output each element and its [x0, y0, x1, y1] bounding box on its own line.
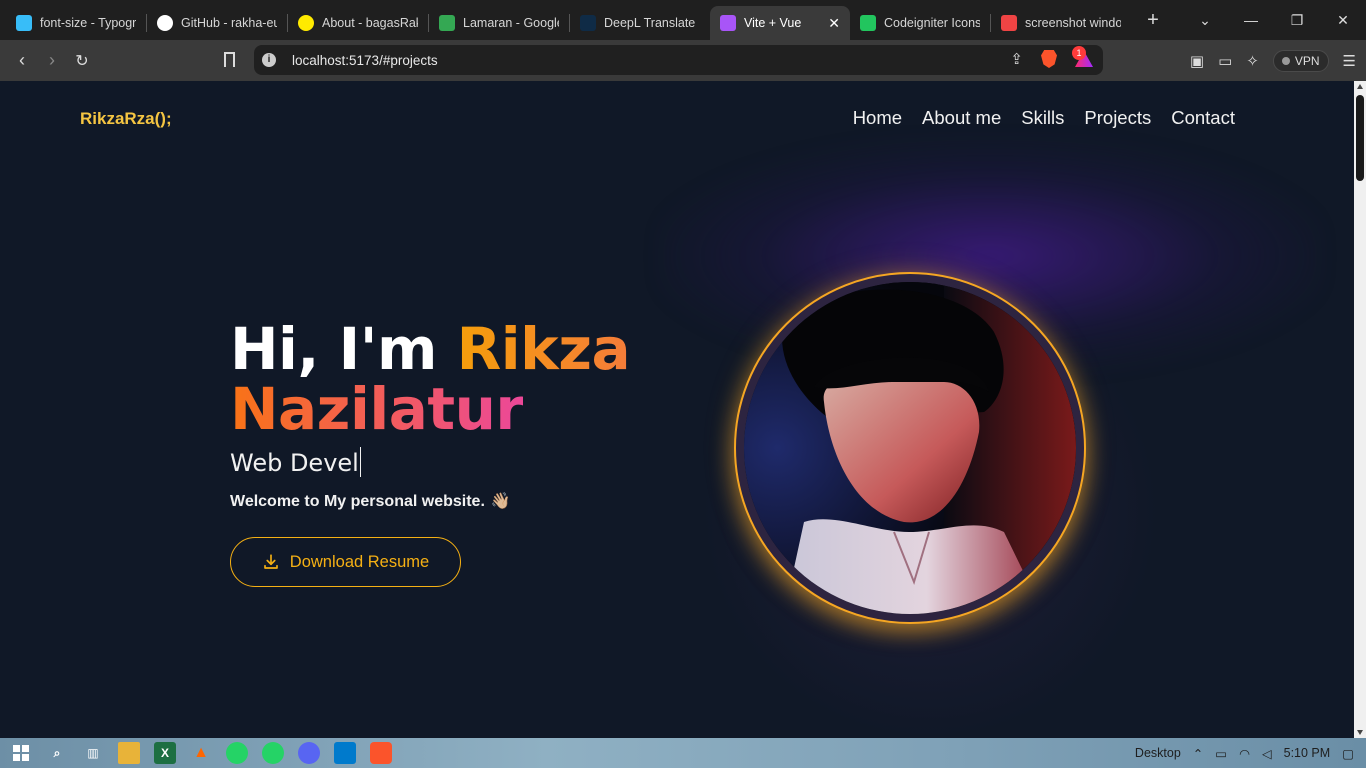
brave-shields-icon[interactable] — [1041, 50, 1057, 68]
discord-icon[interactable] — [298, 742, 320, 764]
vite-icon — [720, 15, 736, 31]
nav-contact[interactable]: Contact — [1171, 107, 1235, 129]
vlc-icon[interactable]: ▲ — [190, 742, 212, 764]
deepl-icon — [580, 15, 596, 31]
nav-skills[interactable]: Skills — [1021, 107, 1064, 129]
excel-icon[interactable]: X — [154, 742, 176, 764]
search-icon[interactable]: ⌕ — [46, 742, 68, 764]
nav-home[interactable]: Home — [853, 107, 902, 129]
vpn-status-icon — [1281, 56, 1290, 65]
browser-tab[interactable]: DeepL Translate — [570, 6, 710, 40]
whatsapp-icon[interactable] — [226, 742, 248, 764]
rewards-count-badge: 1 — [1072, 46, 1086, 60]
sidebar-icon[interactable]: ▣ — [1190, 52, 1204, 70]
file-explorer-icon[interactable] — [118, 742, 140, 764]
browser-tab[interactable]: Vite + Vue ✕ — [710, 6, 850, 40]
vpn-label: VPN — [1294, 53, 1320, 68]
back-icon[interactable]: ‹ — [7, 50, 37, 71]
clock[interactable]: 5:10 PM — [1284, 746, 1331, 760]
reload-icon[interactable]: ↻ — [67, 51, 97, 71]
browser-toolbar: ‹ › ↻ i localhost:5173/#projects ⇪ ▣ ▭ ✧… — [0, 40, 1366, 81]
address-bar[interactable]: i localhost:5173/#projects ⇪ — [254, 45, 1103, 75]
tab-title: GitHub - rakha-eureka — [181, 16, 277, 30]
battery-icon[interactable]: ▭ — [1215, 746, 1227, 761]
close-tab-icon[interactable]: ✕ — [828, 15, 840, 32]
new-tab-button[interactable]: + — [1139, 9, 1167, 32]
desktop-toolbar-label[interactable]: Desktop — [1135, 746, 1181, 760]
restore-icon[interactable]: ❐ — [1274, 12, 1320, 29]
browser-tab[interactable]: font-size - Typography — [6, 6, 146, 40]
vpn-button[interactable]: VPN — [1272, 49, 1329, 72]
browser-tab[interactable]: GitHub - rakha-eureka — [147, 6, 287, 40]
brave-search-icon — [1001, 15, 1017, 31]
download-icon — [263, 554, 278, 569]
hero-heading: Hi, I'm Rikza Nazilatur — [230, 319, 631, 439]
page-scrollbar[interactable] — [1354, 81, 1366, 738]
site-info-icon[interactable]: i — [262, 53, 276, 67]
google-drive-icon — [439, 15, 455, 31]
profile-photo-illustration — [744, 282, 1076, 614]
hero-last-name: Nazilatur — [230, 375, 524, 443]
brave-browser-icon[interactable] — [370, 742, 392, 764]
forward-icon[interactable]: › — [37, 50, 67, 71]
scroll-down-icon[interactable] — [1357, 730, 1363, 735]
windows-start-icon[interactable] — [10, 742, 32, 764]
download-resume-label: Download Resume — [289, 552, 430, 571]
wallet-icon[interactable]: ▭ — [1218, 52, 1232, 70]
tab-search-icon[interactable]: ⌄ — [1182, 12, 1228, 29]
profile-photo — [744, 282, 1076, 614]
system-tray: Desktop ⌃ ▭ ◠ ◁ 5:10 PM ▢ — [1135, 738, 1366, 768]
profile-photo-frame — [734, 272, 1086, 624]
browser-tab[interactable]: screenshot window — [991, 6, 1131, 40]
notification-icon[interactable]: ▢ — [1342, 746, 1354, 761]
tab-title: About - bagasRakha — [322, 16, 418, 30]
welcome-message: Welcome to My personal website. — [230, 493, 485, 510]
typed-role-text: Web Devel — [230, 449, 359, 477]
wave-emoji-icon: 👋🏼 — [490, 493, 511, 510]
minimize-icon[interactable]: — — [1228, 12, 1274, 28]
welcome-text: Welcome to My personal website. 👋🏼 — [230, 491, 630, 511]
codeigniter-icon — [860, 15, 876, 31]
scrollbar-thumb[interactable] — [1356, 95, 1364, 181]
hero-section: Hi, I'm Rikza Nazilatur Web Devel Welcom… — [230, 319, 631, 587]
vscode-icon[interactable] — [334, 742, 356, 764]
github-icon — [157, 15, 173, 31]
yellow-circle-icon — [298, 15, 314, 31]
nav-projects[interactable]: Projects — [1084, 107, 1151, 129]
whatsapp-business-icon[interactable] — [262, 742, 284, 764]
tab-title: font-size - Typography — [40, 16, 136, 30]
volume-icon[interactable]: ◁ — [1262, 746, 1272, 761]
leo-ai-icon[interactable]: ✧ — [1246, 52, 1259, 70]
tab-title: Codeigniter Icons — [884, 16, 980, 30]
close-window-icon[interactable]: ✕ — [1320, 12, 1366, 29]
window-controls: ⌄ — ❐ ✕ — [1182, 0, 1366, 40]
browser-tab[interactable]: Codeigniter Icons — [850, 6, 990, 40]
tab-title: Lamaran - Google Drive — [463, 16, 559, 30]
share-icon[interactable]: ⇪ — [1010, 50, 1023, 68]
wifi-icon[interactable]: ◠ — [1239, 746, 1250, 761]
task-view-icon[interactable]: ▥ — [82, 742, 104, 764]
main-nav: Home About me Skills Projects Contact — [853, 107, 1235, 129]
menu-icon[interactable]: ☰ — [1343, 52, 1356, 70]
download-resume-button[interactable]: Download Resume — [230, 537, 461, 587]
hero-greeting: Hi, I'm — [230, 315, 457, 383]
site-logo[interactable]: RikzaRza(); — [80, 109, 172, 129]
tab-title: Vite + Vue — [744, 16, 802, 30]
tab-title: DeepL Translate — [604, 16, 696, 30]
page-viewport: RikzaRza(); Home About me Skills Project… — [0, 81, 1354, 738]
nav-about[interactable]: About me — [922, 107, 1001, 129]
browser-tab[interactable]: About - bagasRakha — [288, 6, 428, 40]
chevron-up-icon[interactable]: ⌃ — [1193, 746, 1203, 761]
tab-title: screenshot window — [1025, 16, 1121, 30]
url-text[interactable]: localhost:5173/#projects — [292, 53, 438, 68]
typed-role: Web Devel — [230, 447, 630, 477]
typing-caret — [359, 447, 362, 477]
browser-tab[interactable]: Lamaran - Google Drive — [429, 6, 569, 40]
scroll-up-icon[interactable] — [1357, 84, 1363, 89]
hero-first-name: Rikza — [456, 315, 631, 383]
browser-tab-strip: font-size - Typography GitHub - rakha-eur… — [0, 0, 1366, 40]
tailwind-icon — [16, 15, 32, 31]
windows-taskbar: ⌕ ▥ X ▲ Desktop ⌃ ▭ ◠ ◁ 5:10 PM ▢ — [0, 738, 1366, 768]
bookmark-icon[interactable] — [224, 52, 235, 67]
